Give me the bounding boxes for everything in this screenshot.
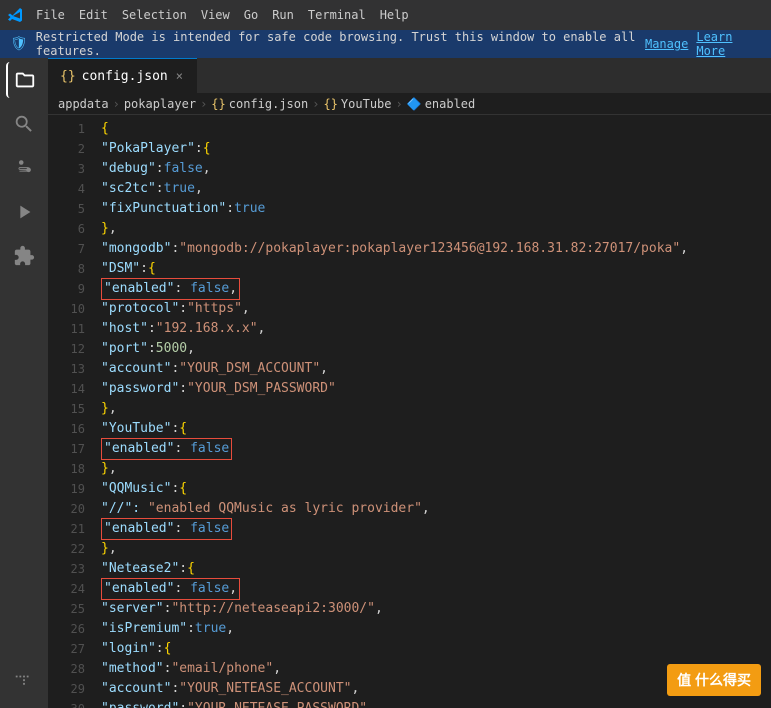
source-control-icon[interactable] [6,150,42,186]
json-file-icon: {} [60,69,76,84]
explorer-icon[interactable] [6,62,42,98]
restricted-mode-banner: 🛡 Restricted Mode is intended for safe c… [0,30,771,58]
code-line-23: "Netease2": { [101,559,771,579]
code-content: { "PokaPlayer": { "debug": false, "sc2tc… [93,115,771,708]
vscode-icon [8,7,24,23]
code-line-25: "server": "http://neteaseapi2:3000/", [101,599,771,619]
code-line-11: "host": "192.168.x.x", [101,319,771,339]
code-line-2: "PokaPlayer": { [101,139,771,159]
code-line-22: }, [101,539,771,559]
breadcrumb-config[interactable]: {} config.json [211,97,308,111]
menu-view[interactable]: View [195,6,236,24]
tab-bar: {} config.json × [48,58,771,93]
code-line-10: "protocol": "https", [101,299,771,319]
code-line-5: "fixPunctuation": true [101,199,771,219]
code-line-14: "password": "YOUR_DSM_PASSWORD" [101,379,771,399]
breadcrumb-youtube[interactable]: {} YouTube [323,97,391,111]
breadcrumb: appdata › pokaplayer › {} config.json › … [48,93,771,115]
shield-icon: 🛡 [10,36,28,52]
code-line-3: "debug": false, [101,159,771,179]
main-layout: {} config.json × appdata › pokaplayer › … [0,58,771,708]
docker-icon[interactable] [6,664,42,700]
code-line-15: }, [101,399,771,419]
menu-help[interactable]: Help [374,6,415,24]
watermark: 值 什么得买 [667,664,761,696]
extensions-icon[interactable] [6,238,42,274]
code-editor[interactable]: 12345 678910 1112131415 1617181920 21222… [48,115,771,708]
menu-file[interactable]: File [30,6,71,24]
banner-text: Restricted Mode is intended for safe cod… [36,30,637,58]
code-line-7: "mongodb": "mongodb://pokaplayer:pokapla… [101,239,771,259]
code-line-12: "port": 5000, [101,339,771,359]
code-line-30: "password": "YOUR_NETEASE_PASSWORD" [101,699,771,708]
title-bar: File Edit Selection View Go Run Terminal… [0,0,771,30]
code-line-16: "YouTube": { [101,419,771,439]
code-line-1: { [101,119,771,139]
breadcrumb-enabled[interactable]: 🔷 enabled [407,97,476,111]
code-line-24: "enabled": false, [101,579,771,599]
watermark-text: 值 什么得买 [677,672,751,688]
code-line-13: "account": "YOUR_DSM_ACCOUNT", [101,359,771,379]
code-line-9: "enabled": false, [101,279,771,299]
activity-bar [0,58,48,708]
menu-go[interactable]: Go [238,6,264,24]
editor-area: {} config.json × appdata › pokaplayer › … [48,58,771,708]
config-json-tab[interactable]: {} config.json × [48,58,197,93]
menu-bar[interactable]: File Edit Selection View Go Run Terminal… [30,6,415,24]
code-line-26: "isPremium": true, [101,619,771,639]
menu-selection[interactable]: Selection [116,6,193,24]
code-line-17: "enabled": false [101,439,771,459]
menu-terminal[interactable]: Terminal [302,6,372,24]
code-line-6: }, [101,219,771,239]
code-line-21: "enabled": false [101,519,771,539]
line-numbers: 12345 678910 1112131415 1617181920 21222… [48,115,93,708]
breadcrumb-pokaplayer[interactable]: pokaplayer [124,97,196,111]
code-line-8: "DSM": { [101,259,771,279]
breadcrumb-appdata[interactable]: appdata [58,97,109,111]
tab-close-button[interactable]: × [174,68,185,84]
tab-filename: config.json [82,69,168,84]
code-line-4: "sc2tc": true, [101,179,771,199]
code-line-27: "login": { [101,639,771,659]
menu-edit[interactable]: Edit [73,6,114,24]
run-icon[interactable] [6,194,42,230]
manage-link[interactable]: Manage [645,37,688,51]
code-line-20: "//": "enabled QQMusic as lyric provider… [101,499,771,519]
search-icon[interactable] [6,106,42,142]
learn-more-link[interactable]: Learn More [696,30,761,58]
menu-run[interactable]: Run [266,6,300,24]
code-line-18: }, [101,459,771,479]
code-line-19: "QQMusic": { [101,479,771,499]
